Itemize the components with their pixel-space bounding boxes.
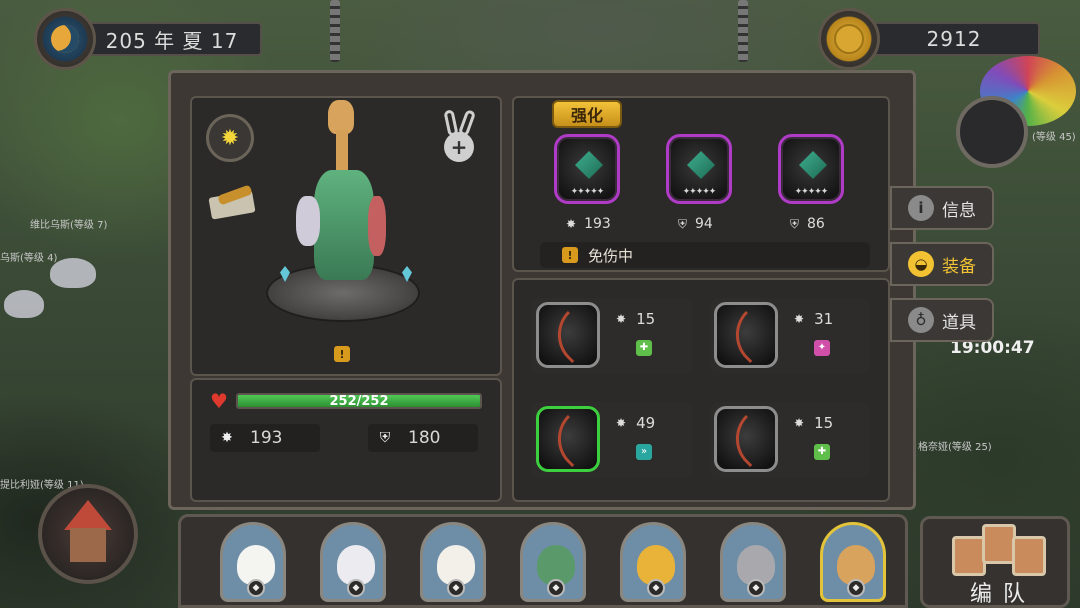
heart-icon: ♥ bbox=[210, 389, 228, 413]
enhance-button[interactable]: 强化 bbox=[552, 100, 622, 128]
bow-icon bbox=[536, 406, 600, 472]
hero-portrait-goat[interactable]: ◆ bbox=[420, 522, 486, 602]
shield-status-icon: ! bbox=[562, 247, 578, 263]
slot-value: 86 bbox=[807, 216, 825, 232]
slot-value: 193 bbox=[584, 216, 611, 232]
slot-stat: ⛨ 86 bbox=[790, 216, 825, 232]
hero-portrait-eagle[interactable]: ◆ bbox=[220, 522, 286, 602]
status-text: 免伤中 bbox=[588, 246, 634, 265]
role-icon: ◆ bbox=[347, 579, 365, 597]
gear-value: 15 bbox=[814, 414, 834, 432]
attack-stat: ✸ 193 bbox=[210, 424, 320, 452]
boss-marker[interactable] bbox=[956, 96, 1028, 168]
hero-portrait-leopard[interactable]: ◆ bbox=[620, 522, 686, 602]
heal-icon: ✚ bbox=[636, 340, 652, 356]
team-card-icon bbox=[952, 536, 986, 576]
tab-label: 信息 bbox=[942, 200, 976, 221]
role-icon: ◆ bbox=[247, 579, 265, 597]
defense-icon: ⛨ bbox=[790, 216, 800, 231]
hero-portrait-polar-bear[interactable]: ◆ bbox=[320, 522, 386, 602]
gold-amount: 2912 bbox=[926, 27, 982, 51]
shield-status-icon: ! bbox=[334, 346, 350, 362]
gold-coin-icon bbox=[818, 8, 880, 70]
role-icon: ◆ bbox=[847, 579, 865, 597]
bow-icon bbox=[714, 302, 778, 368]
attack-icon: ✸ bbox=[616, 416, 627, 430]
mob-label: 乌斯(等级 4) bbox=[0, 253, 58, 264]
defense-value: 180 bbox=[408, 428, 441, 448]
mob-creature[interactable] bbox=[4, 290, 44, 318]
gold-display: 2912 bbox=[868, 22, 1040, 56]
magic-icon: ✦ bbox=[814, 340, 830, 356]
equipment-slot-accessory[interactable]: ✦✦✦✦✦ bbox=[778, 134, 844, 204]
attack-icon: ✸ bbox=[616, 312, 627, 326]
attack-icon: ✸ bbox=[221, 430, 233, 446]
slot-stat: ⛨ 94 bbox=[678, 216, 713, 232]
moon-icon bbox=[51, 25, 79, 53]
tab-label: 装备 bbox=[942, 256, 976, 277]
info-icon: i bbox=[908, 195, 934, 221]
status-row: ! 免伤中 bbox=[540, 242, 870, 268]
role-icon: ◆ bbox=[447, 579, 465, 597]
role-icon: ◆ bbox=[647, 579, 665, 597]
gear-item[interactable]: ✸ 15 ✚ bbox=[532, 298, 692, 374]
team-formation-label: 编 队 bbox=[970, 582, 1027, 607]
mob-label: 格奈娅(等级 25) bbox=[918, 442, 992, 453]
bow-icon bbox=[536, 302, 600, 368]
date-text: 205 年 夏 17 bbox=[105, 28, 239, 53]
heal-icon: ✚ bbox=[814, 444, 830, 460]
chain-decoration bbox=[330, 0, 340, 62]
hero-giraffe-model bbox=[296, 100, 386, 300]
equipment-slot-weapon[interactable]: ✦✦✦✦✦ bbox=[554, 134, 620, 204]
equipment-slot-armor[interactable]: ✦✦✦✦✦ bbox=[666, 134, 732, 204]
slot-stat: ✸ 193 bbox=[566, 216, 611, 232]
slot-value: 94 bbox=[695, 216, 713, 232]
role-icon: ◆ bbox=[747, 579, 765, 597]
role-icon: ◆ bbox=[547, 579, 565, 597]
rabbit-add-icon[interactable]: + bbox=[440, 109, 482, 164]
gear-value: 15 bbox=[636, 310, 656, 328]
attack-icon: ✸ bbox=[794, 416, 805, 430]
team-card-icon bbox=[982, 524, 1016, 564]
tab-info[interactable]: i 信息 bbox=[890, 186, 994, 230]
helmet-icon: ◒ bbox=[908, 251, 934, 277]
gear-item[interactable]: ✸ 31 ✦ bbox=[710, 298, 870, 374]
bow-icon bbox=[714, 406, 778, 472]
mob-creature[interactable] bbox=[50, 258, 96, 288]
date-display: 205 年 夏 17 bbox=[82, 22, 262, 56]
bag-icon: ♁ bbox=[908, 307, 934, 333]
tab-equipment[interactable]: ◒ 装备 bbox=[890, 242, 994, 286]
hp-track: 252/252 bbox=[236, 393, 482, 409]
mob-label: (等级 45) bbox=[1032, 132, 1076, 143]
sun-badge-icon[interactable]: ✹ bbox=[206, 114, 254, 162]
hero-portrait-giraffe[interactable]: ◆ bbox=[820, 522, 886, 602]
gear-value: 31 bbox=[814, 310, 834, 328]
defense-stat: ⛨ 180 bbox=[368, 424, 478, 452]
gear-item[interactable]: ✸ 49 » bbox=[532, 402, 692, 478]
attack-value: 193 bbox=[250, 428, 283, 448]
attack-icon: ✸ bbox=[566, 217, 577, 231]
tab-items[interactable]: ♁ 道具 bbox=[890, 298, 994, 342]
telescope-map-icon[interactable] bbox=[206, 180, 258, 226]
hero-portrait-elephant[interactable]: ◆ bbox=[720, 522, 786, 602]
speed-icon: » bbox=[636, 444, 652, 460]
gear-item[interactable]: ✸ 15 ✚ bbox=[710, 402, 870, 478]
team-card-icon bbox=[1012, 536, 1046, 576]
defense-icon: ⛨ bbox=[678, 216, 688, 231]
hp-bar: ♥ 252/252 bbox=[210, 390, 482, 412]
gear-value: 49 bbox=[636, 414, 656, 432]
season-emblem[interactable] bbox=[34, 8, 96, 70]
tab-label: 道具 bbox=[942, 312, 976, 333]
attack-icon: ✸ bbox=[794, 312, 805, 326]
hp-text: 252/252 bbox=[329, 394, 389, 409]
hero-portrait-crocodile[interactable]: ◆ bbox=[520, 522, 586, 602]
chain-decoration bbox=[738, 0, 748, 62]
house-icon bbox=[70, 528, 106, 562]
defense-icon: ⛨ bbox=[379, 430, 391, 446]
mob-label: 维比乌斯(等级 7) bbox=[30, 220, 108, 231]
